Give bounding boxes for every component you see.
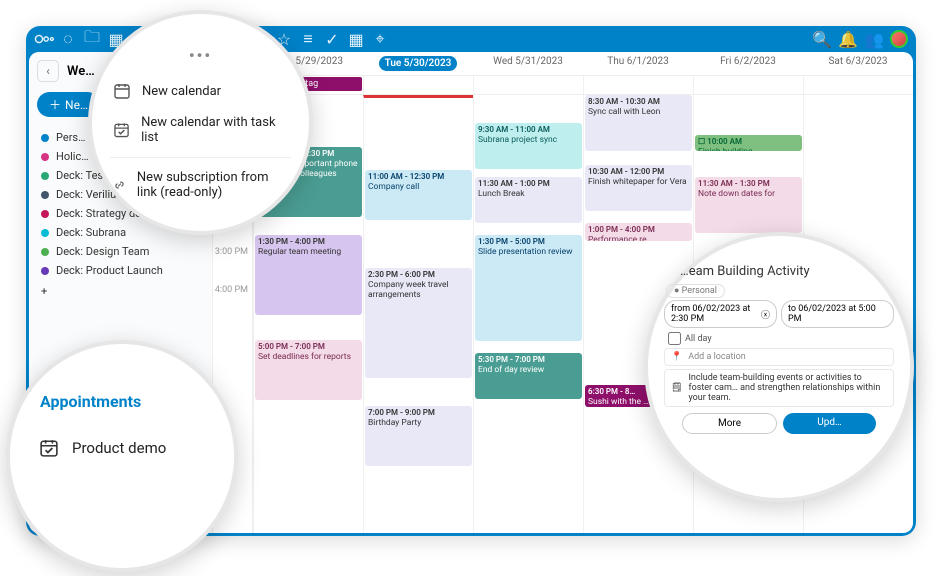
menu-new-calendar-tasks[interactable]: New calendar with task list — [110, 107, 291, 153]
time-label — [213, 323, 252, 361]
calendar-event[interactable]: 2:30 PM - 6:00 PMCompany week travel arr… — [365, 268, 472, 378]
dashboard-icon[interactable]: ◌ — [58, 29, 78, 49]
calendar-event[interactable]: 11:00 AM - 12:30 PMCompany call — [365, 170, 472, 220]
update-button[interactable]: Upd… — [783, 413, 876, 434]
appointments-heading: Appointments — [40, 392, 204, 411]
event-editor: …eam Building Activity ● Personal from 0… — [644, 232, 914, 502]
location-field[interactable]: 📍 Add a location — [664, 348, 894, 366]
calendar-event[interactable]: 9:30 AM - 11:00 AMSubrana project sync — [475, 123, 582, 169]
time-label: 3:00 PM — [213, 247, 252, 285]
check-icon[interactable]: ✓ — [322, 29, 342, 49]
description-field[interactable]: 🗒 Include team-building events or activi… — [664, 369, 894, 407]
menu-new-subscription[interactable]: New subscription from link (read-only) — [110, 162, 291, 208]
calendar-item[interactable]: Deck: Design Team — [37, 243, 204, 260]
calendar-color-dot — [41, 229, 49, 237]
avatar[interactable] — [890, 30, 908, 48]
notif-icon[interactable]: 🔔 — [838, 29, 858, 49]
calendar-color-dot — [41, 134, 49, 142]
day-header[interactable]: Thu 6/1/2023 — [583, 56, 693, 71]
event-title[interactable]: …eam Building Activity — [680, 264, 896, 279]
calendar-event[interactable]: 1:30 PM - 4:00 PMRegular team meeting — [255, 235, 362, 315]
more-button[interactable]: More — [682, 413, 777, 434]
logo-icon — [34, 29, 54, 49]
contacts-icon[interactable]: 👥 — [864, 29, 884, 49]
files-icon[interactable]: 🗀 — [82, 29, 102, 49]
clear-icon[interactable]: ⓧ — [761, 308, 770, 321]
calendar-event[interactable]: 11:30 AM - 1:30 PMNote down dates for — [695, 177, 802, 233]
appointment-item[interactable]: Product demo — [40, 439, 204, 457]
calendar-event[interactable]: ☐ 10:00 AMFinish building — [695, 135, 802, 151]
calendar-event[interactable]: 11:30 AM - 1:00 PMLunch Break — [475, 177, 582, 223]
day-col-tue[interactable]: 11:00 AM - 12:30 PMCompany call 2:30 PM -… — [363, 95, 473, 533]
allday-checkbox[interactable] — [668, 332, 681, 345]
calendar-event[interactable]: 10:30 AM - 12:00 PMFinish whitepaper for… — [585, 165, 692, 211]
sidebar-title: We… — [67, 64, 95, 79]
menu-new-calendar[interactable]: New calendar — [110, 75, 291, 107]
calendar-color-dot — [41, 191, 49, 199]
event-category[interactable]: ● Personal — [666, 284, 725, 298]
from-datetime[interactable]: from 06/02/2023 at 2:30 PM ⓧ — [664, 300, 777, 328]
location-pin-icon: 📍 — [671, 352, 682, 362]
calendar-event[interactable]: 1:30 PM - 5:00 PMSlide presentation revi… — [475, 235, 582, 341]
calendar-task-icon — [114, 122, 129, 138]
new-calendar-menu: ••• New calendar New calendar with task … — [88, 10, 313, 235]
calendar-item[interactable]: Deck: Product Launch — [37, 262, 204, 279]
menu-dots-icon[interactable]: ••• — [110, 46, 291, 65]
day-col-wed[interactable]: 9:30 AM - 11:00 AMSubrana project sync 11… — [473, 95, 583, 533]
list-icon[interactable]: ≡ — [298, 29, 318, 49]
calendar-icon — [114, 83, 130, 99]
time-label: 4:00 PM — [213, 285, 252, 323]
day-header[interactable]: Tue 5/30/2023 — [363, 56, 473, 71]
back-button[interactable]: ‹ — [37, 60, 59, 82]
to-datetime[interactable]: to 06/02/2023 at 5:00 PM — [781, 300, 894, 328]
calendar-color-dot — [41, 172, 49, 180]
allday-row: Pfingstmontag — [213, 76, 913, 95]
day-header[interactable]: Wed 5/31/2023 — [473, 56, 583, 71]
day-header[interactable]: Sat 6/3/2023 — [803, 56, 913, 71]
notes-icon: 🗒 — [671, 383, 682, 393]
link-icon — [114, 177, 125, 193]
calendar-event[interactable]: 5:00 PM - 7:00 PMSet deadlines for repor… — [255, 340, 362, 400]
calendar-color-dot — [41, 153, 49, 161]
calendar-event[interactable]: 5:30 PM - 7:00 PMEnd of day review — [475, 353, 582, 399]
calendar-color-dot — [41, 248, 49, 256]
day-header[interactable]: Fri 6/2/2023 — [693, 56, 803, 71]
calendar-color-dot — [41, 210, 49, 218]
search-icon[interactable]: 🔍 — [812, 29, 832, 49]
calendar-event[interactable]: 1:00 PM - 4:00 PMPerformance re… — [585, 223, 692, 241]
calendar-event[interactable]: 7:00 PM - 9:00 PMBirthday Party — [365, 406, 472, 466]
add-calendar[interactable]: + — [37, 283, 204, 300]
calendar-task-icon — [40, 439, 58, 457]
days-header: Mon 5/29/2023Tue 5/30/2023Wed 5/31/2023T… — [213, 52, 913, 76]
appointments-panel: Appointments Product demo — [6, 340, 238, 572]
location-icon[interactable]: ⌖ — [370, 29, 390, 49]
calendar-event[interactable]: 8:30 AM - 10:30 AMSync call with Leon — [585, 95, 692, 151]
calendar-icon[interactable]: ▦ — [346, 29, 366, 49]
calendar-color-dot — [41, 267, 49, 275]
